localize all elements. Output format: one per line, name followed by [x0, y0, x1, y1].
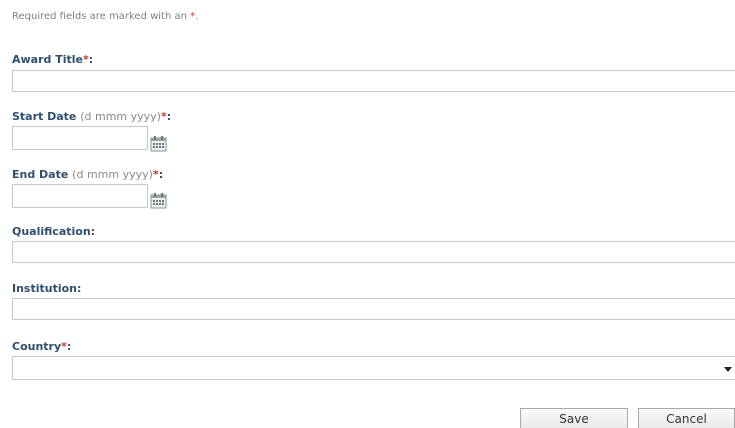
save-button[interactable]: Save	[520, 408, 628, 428]
end-date-label: End Date (d mmm yyyy)*:	[12, 168, 163, 181]
required-fields-note: Required fields are marked with an *.	[12, 11, 198, 22]
start-date-label-text: Start Date	[12, 110, 77, 123]
qualification-input[interactable]	[12, 241, 735, 263]
calendar-icon[interactable]	[150, 135, 167, 152]
institution-input[interactable]	[12, 298, 735, 320]
country-label: Country*:	[12, 340, 71, 353]
date-format-hint: (d mmm yyyy)	[72, 168, 153, 181]
required-note-text: Required fields are marked with an	[12, 11, 191, 22]
award-title-label: Award Title*:	[12, 53, 93, 66]
end-date-label-text: End Date	[12, 168, 69, 181]
award-title-label-text: Award Title	[12, 53, 83, 66]
label-colon: :	[158, 168, 164, 181]
award-title-input[interactable]	[12, 70, 735, 92]
label-colon: :	[166, 110, 172, 123]
institution-label: Institution:	[12, 282, 82, 295]
award-form: Required fields are marked with an *. Aw…	[0, 0, 735, 428]
end-date-input[interactable]	[12, 184, 148, 208]
required-note-end: .	[195, 11, 199, 22]
qualification-label: Qualification:	[12, 225, 96, 238]
country-select[interactable]	[12, 356, 735, 380]
calendar-icon[interactable]	[150, 192, 167, 209]
label-colon: :	[66, 340, 72, 353]
chevron-down-icon[interactable]	[724, 367, 732, 372]
label-colon: :	[88, 53, 94, 66]
cancel-button[interactable]: Cancel	[638, 408, 735, 428]
start-date-label: Start Date (d mmm yyyy)*:	[12, 110, 171, 123]
date-format-hint: (d mmm yyyy)	[80, 110, 161, 123]
country-label-text: Country	[12, 340, 62, 353]
start-date-input[interactable]	[12, 126, 148, 150]
